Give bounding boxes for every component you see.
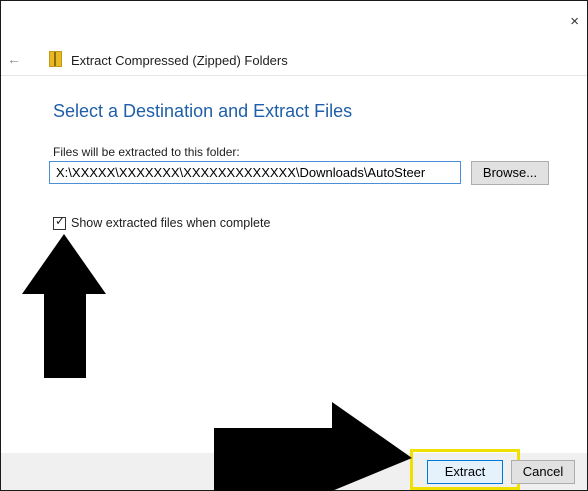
back-arrow-icon[interactable]: ← <box>7 51 21 67</box>
destination-path-input[interactable] <box>49 161 461 184</box>
dialog-window: × ← Extract Compressed (Zipped) Folders … <box>0 0 588 491</box>
close-icon[interactable]: × <box>570 13 579 30</box>
checkmark-icon: ✓ <box>55 214 66 228</box>
zip-folder-icon <box>49 51 62 67</box>
cancel-button[interactable]: Cancel <box>511 460 575 484</box>
window-title: Extract Compressed (Zipped) Folders <box>71 53 288 68</box>
title-bar: ← Extract Compressed (Zipped) Folders <box>1 41 587 76</box>
show-files-label: Show extracted files when complete <box>71 216 271 230</box>
extract-button[interactable]: Extract <box>427 460 503 484</box>
show-files-checkbox[interactable]: ✓ <box>53 214 66 230</box>
browse-button[interactable]: Browse... <box>471 161 549 185</box>
page-heading: Select a Destination and Extract Files <box>53 101 353 121</box>
destination-label: Files will be extracted to this folder: <box>53 145 240 159</box>
